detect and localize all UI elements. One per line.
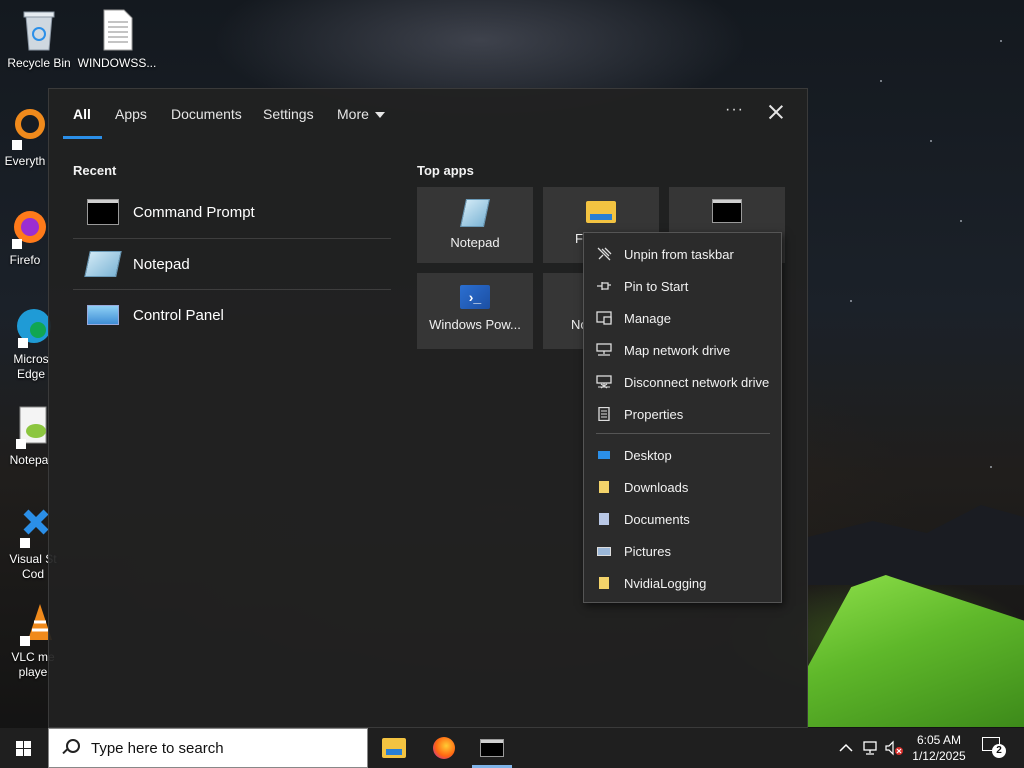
powershell-icon: ›_ bbox=[460, 285, 490, 309]
folder-icon bbox=[596, 576, 612, 590]
network-icon[interactable] bbox=[862, 740, 880, 756]
recent-item-control-panel[interactable]: Control Panel bbox=[73, 290, 391, 340]
notepad-icon bbox=[460, 199, 490, 227]
wallpaper-tent bbox=[808, 575, 1024, 727]
active-tab-indicator bbox=[63, 136, 102, 139]
command-prompt-icon bbox=[712, 199, 742, 223]
menu-item-nvidialogging[interactable]: NvidiaLogging bbox=[584, 568, 781, 598]
menu-item-label: Documents bbox=[624, 511, 690, 527]
windows-logo-icon bbox=[16, 741, 32, 756]
unpin-icon bbox=[596, 247, 612, 261]
notification-count-badge: 2 bbox=[992, 744, 1006, 758]
chevron-down-icon bbox=[374, 112, 385, 119]
top-app-notepad[interactable]: Notepad bbox=[417, 187, 533, 263]
menu-item-label: Unpin from taskbar bbox=[624, 246, 734, 262]
command-prompt-icon bbox=[87, 199, 119, 225]
pictures-icon bbox=[596, 544, 612, 558]
recent-title: Recent bbox=[73, 163, 117, 178]
top-apps-title: Top apps bbox=[417, 163, 474, 178]
everything-search-icon bbox=[4, 106, 46, 150]
desktop-icon-recycle-bin[interactable]: Recycle Bin bbox=[2, 8, 76, 71]
control-panel-icon bbox=[87, 305, 119, 325]
command-prompt-icon bbox=[480, 739, 504, 757]
tab-all[interactable]: All bbox=[73, 106, 91, 122]
tab-more-label: More bbox=[337, 106, 369, 122]
file-explorer-icon bbox=[586, 201, 616, 223]
menu-item-label: Desktop bbox=[624, 447, 672, 463]
folder-icon bbox=[596, 480, 612, 494]
menu-item-label: Properties bbox=[624, 406, 684, 422]
taskbar-command-prompt[interactable] bbox=[468, 728, 516, 768]
recent-item-label: Notepad bbox=[133, 255, 190, 273]
menu-item-pin-to-start[interactable]: Pin to Start bbox=[584, 271, 781, 301]
menu-item-unpin-from-taskbar[interactable]: Unpin from taskbar bbox=[584, 239, 781, 269]
document-icon bbox=[596, 512, 612, 526]
taskbar-clock[interactable]: 6:05 AM 1/12/2025 bbox=[906, 732, 972, 764]
file-explorer-icon bbox=[382, 738, 406, 758]
recent-item-label: Control Panel bbox=[133, 306, 224, 324]
menu-item-desktop[interactable]: Desktop bbox=[584, 440, 781, 470]
menu-item-properties[interactable]: Properties bbox=[584, 399, 781, 429]
notepad-icon bbox=[84, 251, 122, 277]
search-tabs: All Apps Documents Settings More ··· bbox=[49, 89, 807, 139]
menu-item-label: Pin to Start bbox=[624, 278, 689, 294]
menu-item-label: Downloads bbox=[624, 479, 689, 495]
ellipsis-icon[interactable]: ··· bbox=[725, 101, 744, 119]
text-file-icon bbox=[96, 8, 138, 52]
tab-settings[interactable]: Settings bbox=[263, 106, 314, 122]
close-icon[interactable] bbox=[765, 101, 787, 123]
menu-item-manage[interactable]: Manage bbox=[584, 303, 781, 333]
search-placeholder: Type here to search bbox=[91, 739, 224, 757]
firefox-icon bbox=[433, 737, 455, 759]
menu-item-label: Disconnect network drive bbox=[624, 374, 770, 390]
wallpaper-hills bbox=[808, 505, 1024, 585]
recent-item-command-prompt[interactable]: Command Prompt bbox=[73, 187, 391, 237]
tab-documents[interactable]: Documents bbox=[171, 106, 242, 122]
desktop-icon-windows-file[interactable]: WINDOWSS... bbox=[78, 8, 156, 71]
top-app-label: Windows Pow... bbox=[429, 317, 521, 332]
manage-icon bbox=[596, 311, 612, 325]
disconnect-drive-icon bbox=[596, 375, 612, 389]
menu-item-pictures[interactable]: Pictures bbox=[584, 536, 781, 566]
menu-item-documents[interactable]: Documents bbox=[584, 504, 781, 534]
menu-item-label: Map network drive bbox=[624, 342, 731, 358]
tab-apps[interactable]: Apps bbox=[115, 106, 147, 122]
pin-icon bbox=[596, 279, 612, 293]
clock-time: 6:05 AM bbox=[916, 733, 962, 747]
menu-item-disconnect-network-drive[interactable]: Disconnect network drive bbox=[584, 367, 781, 397]
volume-muted-icon[interactable] bbox=[884, 740, 904, 756]
taskbar: Type here to search 6:05 AM 1/12/2025 2 bbox=[0, 728, 1024, 768]
recycle-bin-icon bbox=[18, 8, 60, 52]
recent-item-label: Command Prompt bbox=[133, 203, 255, 221]
start-button[interactable] bbox=[0, 728, 48, 768]
menu-divider bbox=[596, 433, 770, 434]
menu-item-downloads[interactable]: Downloads bbox=[584, 472, 781, 502]
recent-item-notepad[interactable]: Notepad bbox=[73, 239, 391, 289]
menu-item-label: Pictures bbox=[624, 543, 671, 559]
notepad-plus-plus-icon bbox=[8, 405, 50, 449]
edge-icon bbox=[10, 304, 52, 348]
menu-item-map-network-drive[interactable]: Map network drive bbox=[584, 335, 781, 365]
map-drive-icon bbox=[596, 343, 612, 357]
menu-item-label: NvidiaLogging bbox=[624, 575, 707, 591]
taskbar-firefox[interactable] bbox=[420, 728, 468, 768]
context-menu: Unpin from taskbar Pin to Start Manage M… bbox=[583, 232, 782, 603]
menu-item-label: Manage bbox=[624, 310, 671, 326]
show-hidden-icons-chevron-up-icon[interactable] bbox=[838, 740, 854, 756]
top-app-label: Notepad bbox=[450, 235, 500, 250]
notification-center-button[interactable]: 2 bbox=[982, 737, 1006, 758]
desktop-folder-icon bbox=[596, 448, 612, 462]
properties-icon bbox=[596, 406, 612, 422]
taskbar-file-explorer[interactable] bbox=[370, 728, 418, 768]
taskbar-search-box[interactable]: Type here to search bbox=[48, 728, 368, 768]
tab-more[interactable]: More bbox=[337, 106, 385, 122]
firefox-icon bbox=[4, 205, 46, 249]
search-icon bbox=[61, 739, 80, 757]
clock-date: 1/12/2025 bbox=[912, 749, 966, 763]
top-app-windows-powershell[interactable]: ›_ Windows Pow... bbox=[417, 273, 533, 349]
